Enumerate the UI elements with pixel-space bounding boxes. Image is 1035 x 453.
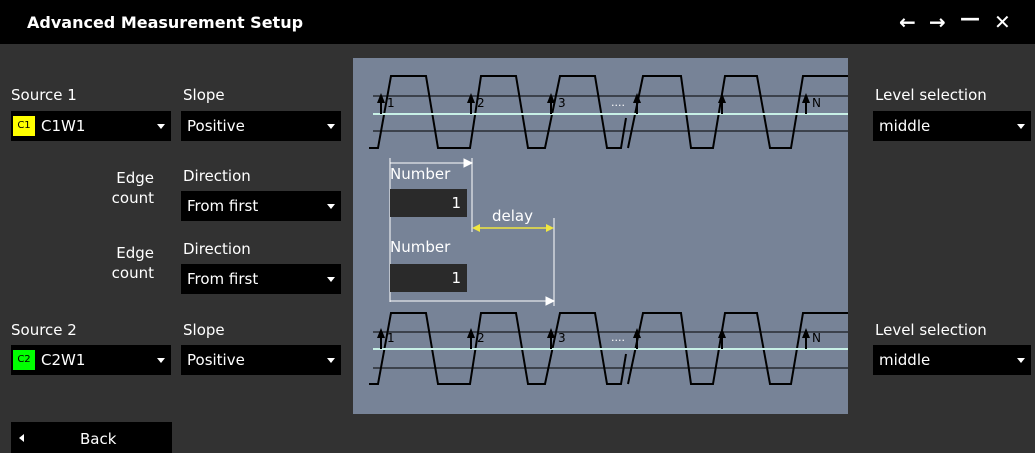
source2-slope-label: Slope (183, 321, 225, 339)
top-ellipsis: .... (611, 96, 625, 109)
source1-waveform (369, 75, 848, 149)
bottom-edge-label-1: 1 (387, 331, 395, 345)
edge2-label-line2: count (111, 264, 154, 282)
top-edge-label-2: 2 (477, 96, 485, 110)
chevron-down-icon (1017, 358, 1025, 363)
chevron-down-icon (157, 358, 165, 363)
edge1-direction-label: Direction (183, 167, 251, 185)
source1-select[interactable]: C1 C1W1 (11, 111, 171, 141)
chevron-down-icon (327, 204, 335, 209)
source2-channel-badge: C2 (13, 350, 35, 370)
back-button-label: Back (80, 430, 117, 448)
edge2-direction-select[interactable]: From first (181, 264, 341, 294)
dialog-title: Advanced Measurement Setup (27, 13, 304, 32)
edge2-direction-label: Direction (183, 240, 251, 258)
waveform-diagram: 1 2 3 .... N delay 1 2 3 .... N (369, 75, 848, 385)
chevron-down-icon (327, 124, 335, 129)
source2-level-value: middle (879, 351, 931, 369)
number2-label: Number (390, 238, 451, 256)
source1-level-label: Level selection (875, 86, 987, 104)
number2-input[interactable]: 1 (390, 264, 467, 292)
top-edge-label-n: N (812, 96, 821, 110)
advanced-measurement-setup-dialog: Advanced Measurement Setup ← → — ✕ Sourc… (0, 0, 1035, 453)
source2-slope-value: Positive (187, 351, 245, 369)
chevron-down-icon (327, 358, 335, 363)
delay-marker (472, 224, 554, 232)
source2-edge-markers (377, 328, 810, 349)
forward-arrow-icon[interactable]: → (929, 10, 946, 34)
bottom-edge-label-3: 3 (558, 331, 566, 345)
top-edge-label-3: 3 (558, 96, 566, 110)
source1-label: Source 1 (11, 86, 77, 104)
back-arrow-icon[interactable]: ← (899, 10, 916, 34)
chevron-down-icon (157, 124, 165, 129)
edge2-label-line1: Edge (116, 244, 154, 262)
source1-level-value: middle (879, 117, 931, 135)
source1-slope-label: Slope (183, 86, 225, 104)
edge1-label-line2: count (111, 189, 154, 207)
close-icon[interactable]: ✕ (994, 10, 1011, 34)
back-triangle-icon (19, 434, 24, 442)
number1-input[interactable]: 1 (390, 189, 467, 217)
source1-channel-badge: C1 (13, 116, 35, 136)
source1-slope-value: Positive (187, 117, 245, 135)
edge2-direction-value: From first (187, 270, 259, 288)
bottom-edge-label-n: N (812, 331, 821, 345)
source1-level-select[interactable]: middle (873, 111, 1031, 141)
chevron-down-icon (1017, 124, 1025, 129)
source1-value: C1W1 (41, 117, 86, 135)
edge1-direction-select[interactable]: From first (181, 191, 341, 221)
source2-level-label: Level selection (875, 321, 987, 339)
top-edge-label-1: 1 (387, 96, 395, 110)
edge1-label-line1: Edge (116, 169, 154, 187)
delay-label: delay (492, 207, 533, 225)
source2-label: Source 2 (11, 321, 77, 339)
source2-slope-select[interactable]: Positive (181, 345, 341, 375)
delay-diagram: 1 2 3 .... N delay 1 2 3 .... N Number 1… (353, 58, 848, 414)
back-button[interactable]: Back (11, 422, 172, 453)
source2-level-select[interactable]: middle (873, 345, 1031, 375)
edge1-direction-value: From first (187, 197, 259, 215)
source1-slope-select[interactable]: Positive (181, 111, 341, 141)
source2-value: C2W1 (41, 351, 86, 369)
number1-label: Number (390, 165, 451, 183)
minimize-icon[interactable]: — (960, 6, 980, 30)
chevron-down-icon (327, 277, 335, 282)
bottom-edge-label-2: 2 (477, 331, 485, 345)
bottom-ellipsis: .... (611, 331, 625, 344)
title-bar: Advanced Measurement Setup ← → — ✕ (0, 0, 1035, 44)
source2-select[interactable]: C2 C2W1 (11, 345, 171, 375)
